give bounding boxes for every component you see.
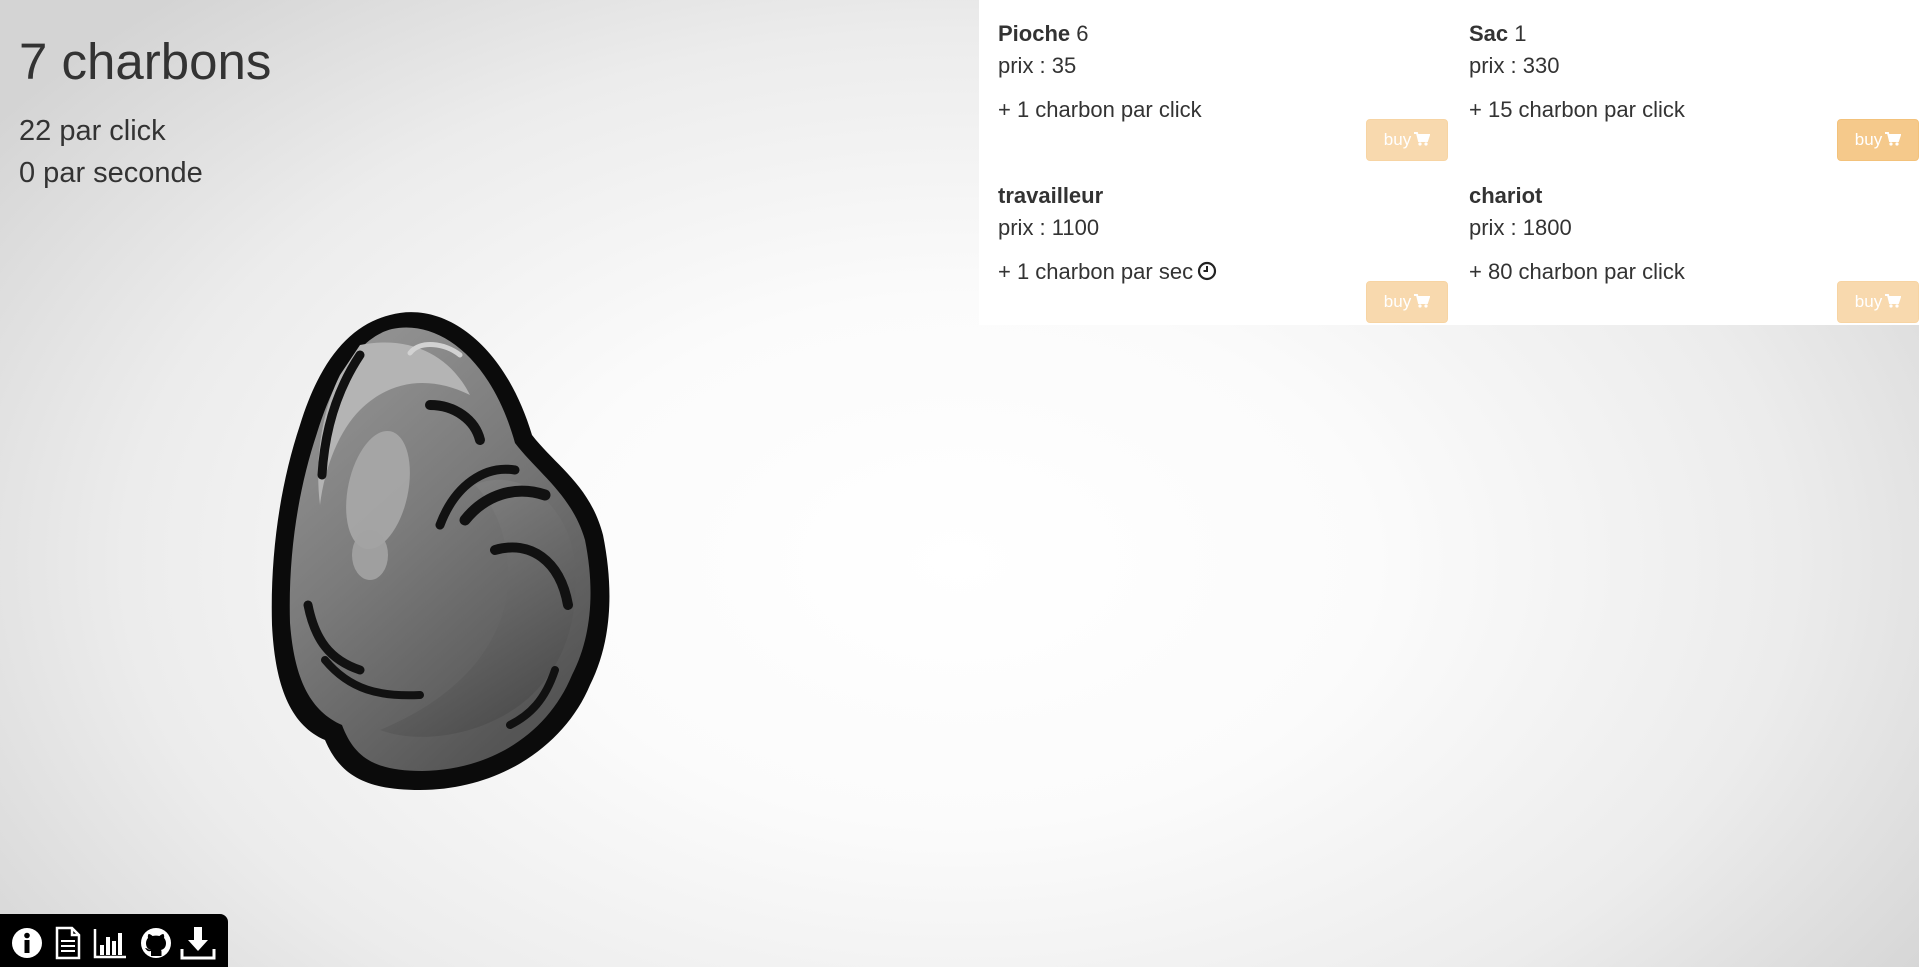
shop-item-sac: Sac 1 prix : 330 + 15 charbon par click … bbox=[1469, 18, 1919, 168]
shopping-cart-icon bbox=[1414, 132, 1431, 146]
buy-button-travailleur[interactable]: buy bbox=[1366, 281, 1448, 323]
stats-panel: 7 charbons 22 par click 0 par seconde bbox=[19, 30, 271, 194]
document-icon[interactable] bbox=[50, 925, 86, 961]
bar-chart-icon[interactable] bbox=[92, 925, 128, 961]
coal-counter: 7 charbons bbox=[19, 33, 272, 90]
github-icon[interactable] bbox=[138, 925, 174, 961]
shop-item-pioche: Pioche 6 prix : 35 + 1 charbon par click… bbox=[998, 18, 1448, 168]
item-name: Sac bbox=[1469, 21, 1509, 46]
shop-panel: Pioche 6 prix : 35 + 1 charbon par click… bbox=[979, 0, 1919, 325]
shopping-cart-icon bbox=[1885, 132, 1902, 146]
info-icon[interactable] bbox=[9, 925, 45, 961]
shop-item-chariot: chariot prix : 1800 + 80 charbon par cli… bbox=[1469, 180, 1919, 330]
item-name: Pioche bbox=[998, 21, 1071, 46]
buy-button-sac[interactable]: buy bbox=[1837, 119, 1919, 161]
buy-button-chariot[interactable]: buy bbox=[1837, 281, 1919, 323]
per-second-rate: 0 par seconde bbox=[19, 157, 203, 189]
coal-rock-icon bbox=[271, 312, 610, 790]
buy-label: buy bbox=[1854, 292, 1883, 311]
item-bonus: + 1 charbon par sec bbox=[998, 259, 1194, 284]
item-name: travailleur bbox=[998, 183, 1104, 208]
download-icon[interactable] bbox=[180, 925, 216, 961]
item-count: 6 bbox=[1076, 21, 1089, 46]
shopping-cart-icon bbox=[1414, 294, 1431, 308]
per-click-rate: 22 par click bbox=[19, 115, 166, 147]
clock-icon bbox=[1197, 261, 1217, 281]
item-price: prix : 1100 bbox=[998, 215, 1100, 240]
buy-button-pioche[interactable]: buy bbox=[1366, 119, 1448, 161]
shop-item-travailleur: travailleur prix : 1100 + 1 charbon par … bbox=[998, 180, 1448, 330]
item-price: prix : 35 bbox=[998, 53, 1077, 78]
item-count: 1 bbox=[1514, 21, 1527, 46]
buy-label: buy bbox=[1383, 130, 1412, 149]
bottom-toolbar bbox=[0, 914, 228, 967]
coal-rock-button[interactable] bbox=[270, 305, 690, 795]
buy-label: buy bbox=[1383, 292, 1412, 311]
shopping-cart-icon bbox=[1885, 294, 1902, 308]
buy-label: buy bbox=[1854, 130, 1883, 149]
item-name: chariot bbox=[1469, 183, 1543, 208]
item-price: prix : 1800 bbox=[1469, 215, 1572, 240]
item-price: prix : 330 bbox=[1469, 53, 1560, 78]
